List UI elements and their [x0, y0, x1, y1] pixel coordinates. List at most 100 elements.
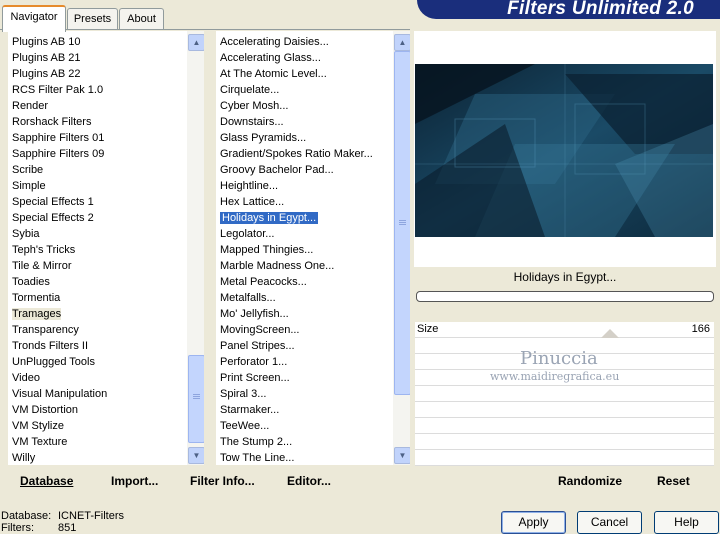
filter-item-label: The Stump 2... — [220, 436, 293, 448]
filter-item[interactable]: Accelerating Daisies... — [216, 34, 410, 50]
filter-item-label: Hex Lattice... — [220, 196, 285, 208]
filter-item[interactable]: Cyber Mosh... — [216, 98, 410, 114]
category-item-label: Sapphire Filters 09 — [12, 148, 105, 160]
filter-item[interactable]: Mapped Thingies... — [216, 242, 410, 258]
watermark-name: Pinuccia — [520, 348, 598, 369]
category-scrollbar[interactable]: ▲ ▼ — [187, 31, 204, 465]
category-item[interactable]: Teph's Tricks — [8, 242, 204, 258]
database-button[interactable]: Database — [20, 474, 73, 488]
category-item[interactable]: Visual Manipulation — [8, 386, 204, 402]
filter-item[interactable]: Metal Peacocks... — [216, 274, 410, 290]
filter-item[interactable]: Perforator 1... — [216, 354, 410, 370]
category-item[interactable]: Special Effects 1 — [8, 194, 204, 210]
category-list[interactable]: Plugins AB 10 Plugins AB 21 Plugins AB 22 R… — [8, 31, 204, 465]
category-item-label: Scribe — [12, 164, 44, 176]
tab-presets[interactable]: Presets — [67, 8, 118, 29]
filter-item[interactable]: Tow The Line... — [216, 450, 410, 465]
tab-about[interactable]: About — [119, 8, 164, 29]
help-button[interactable]: Help — [654, 511, 719, 534]
filter-item[interactable]: Gradient/Spokes Ratio Maker... — [216, 146, 410, 162]
filter-item[interactable]: Holidays in Egypt... — [216, 210, 410, 226]
filter-item[interactable]: Mo' Jellyfish... — [216, 306, 410, 322]
filter-scrollbar[interactable]: ▲ ▼ — [393, 31, 410, 465]
category-item[interactable]: Special Effects 2 — [8, 210, 204, 226]
category-item[interactable]: Tramages — [8, 306, 204, 322]
param-row — [415, 450, 714, 466]
randomize-button[interactable]: Randomize — [558, 474, 622, 488]
category-item[interactable]: RCS Filter Pak 1.0 — [8, 82, 204, 98]
filter-scroll-up-icon[interactable]: ▲ — [394, 34, 410, 51]
filter-scroll-thumb[interactable] — [394, 51, 410, 395]
category-item[interactable]: Plugins AB 10 — [8, 34, 204, 50]
category-item[interactable]: VM Texture — [8, 434, 204, 450]
category-item-label: RCS Filter Pak 1.0 — [12, 84, 104, 96]
category-item[interactable]: Plugins AB 22 — [8, 66, 204, 82]
filter-item[interactable]: Starmaker... — [216, 402, 410, 418]
category-item[interactable]: Render — [8, 98, 204, 114]
filter-item[interactable]: Heightline... — [216, 178, 410, 194]
filter-info-button[interactable]: Filter Info... — [190, 474, 255, 488]
filter-item[interactable]: Metalfalls... — [216, 290, 410, 306]
category-item[interactable]: Plugins AB 21 — [8, 50, 204, 66]
filter-item[interactable]: At The Atomic Level... — [216, 66, 410, 82]
editor-button[interactable]: Editor... — [287, 474, 331, 488]
category-item-label: Toadies — [12, 276, 50, 288]
apply-button[interactable]: Apply — [501, 511, 566, 534]
preview-filter-name: Holidays in Egypt... — [513, 270, 617, 284]
filter-scroll-down-icon[interactable]: ▼ — [394, 447, 410, 464]
filter-item-label: Mapped Thingies... — [220, 244, 314, 256]
reset-button[interactable]: Reset — [657, 474, 690, 488]
filter-item[interactable]: Marble Madness One... — [216, 258, 410, 274]
category-item-label: Render — [12, 100, 49, 112]
category-item-label: Tronds Filters II — [12, 340, 88, 352]
category-item[interactable]: Transparency — [8, 322, 204, 338]
filter-list[interactable]: Accelerating Daisies... Accelerating Glas… — [216, 31, 410, 465]
category-item[interactable]: Tile & Mirror — [8, 258, 204, 274]
category-scroll-up-icon[interactable]: ▲ — [188, 34, 204, 51]
filter-item[interactable]: Spiral 3... — [216, 386, 410, 402]
parameter-panel[interactable]: Size 166 — [415, 322, 714, 466]
category-item[interactable]: Tronds Filters II — [8, 338, 204, 354]
category-scroll-thumb[interactable] — [188, 355, 204, 443]
app-banner: Filters Unlimited 2.0 — [417, 0, 720, 19]
filter-item[interactable]: Print Screen... — [216, 370, 410, 386]
tab-navigator[interactable]: Navigator — [2, 5, 66, 32]
status-filters-label: Filters: — [1, 522, 34, 534]
filter-item[interactable]: The Stump 2... — [216, 434, 410, 450]
category-scroll-down-icon[interactable]: ▼ — [188, 447, 204, 464]
category-item[interactable]: Willy — [8, 450, 204, 465]
category-item[interactable]: UnPlugged Tools — [8, 354, 204, 370]
category-item[interactable]: Scribe — [8, 162, 204, 178]
filter-item-label: Print Screen... — [220, 372, 290, 384]
filter-item[interactable]: Downstairs... — [216, 114, 410, 130]
filter-item-label: Groovy Bachelor Pad... — [220, 164, 334, 176]
param-row — [415, 418, 714, 434]
filter-item[interactable]: Legolator... — [216, 226, 410, 242]
category-item[interactable]: Sapphire Filters 01 — [8, 130, 204, 146]
filter-item[interactable]: Cirquelate... — [216, 82, 410, 98]
category-item[interactable]: Video — [8, 370, 204, 386]
filter-item[interactable]: TeeWee... — [216, 418, 410, 434]
filter-item[interactable]: Hex Lattice... — [216, 194, 410, 210]
filter-item[interactable]: Accelerating Glass... — [216, 50, 410, 66]
cancel-button[interactable]: Cancel — [577, 511, 642, 534]
filter-item[interactable]: Glass Pyramids... — [216, 130, 410, 146]
filter-item[interactable]: MovingScreen... — [216, 322, 410, 338]
category-item[interactable]: Rorshack Filters — [8, 114, 204, 130]
category-item[interactable]: Toadies — [8, 274, 204, 290]
slider-marker-icon[interactable] — [601, 329, 619, 338]
filter-item-label: Gradient/Spokes Ratio Maker... — [220, 148, 373, 160]
filter-item-label: At The Atomic Level... — [220, 68, 327, 80]
category-item-label: Tramages — [12, 308, 62, 320]
category-item[interactable]: VM Distortion — [8, 402, 204, 418]
import-button[interactable]: Import... — [111, 474, 158, 488]
param-row-size[interactable]: Size 166 — [415, 322, 714, 338]
category-item[interactable]: Simple — [8, 178, 204, 194]
category-item[interactable]: Sybia — [8, 226, 204, 242]
category-item[interactable]: Sapphire Filters 09 — [8, 146, 204, 162]
filter-item[interactable]: Groovy Bachelor Pad... — [216, 162, 410, 178]
status-filters-value: 851 — [58, 522, 77, 534]
category-item[interactable]: VM Stylize — [8, 418, 204, 434]
filter-item[interactable]: Panel Stripes... — [216, 338, 410, 354]
category-item[interactable]: Tormentia — [8, 290, 204, 306]
